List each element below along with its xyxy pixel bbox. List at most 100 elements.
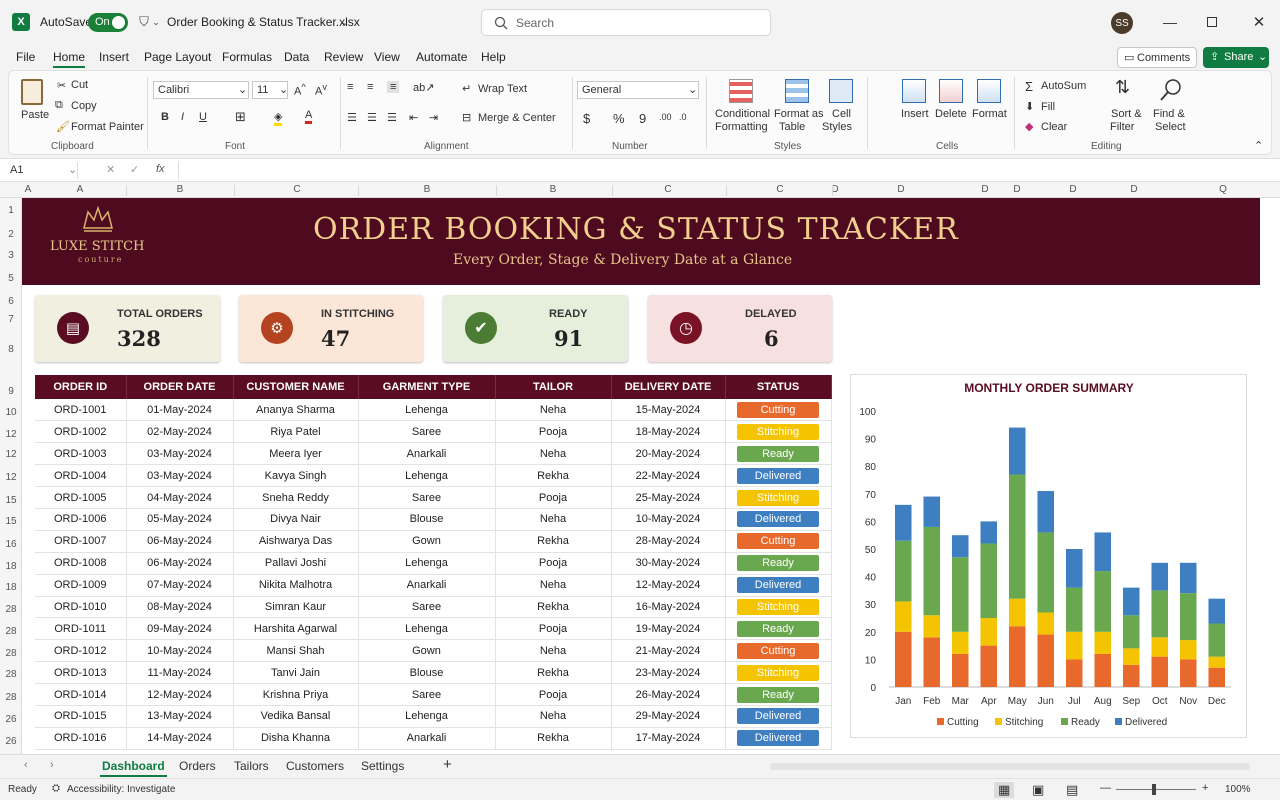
chevron-down-icon[interactable]: ⌄	[340, 14, 350, 30]
column-header[interactable]: C	[291, 184, 303, 195]
italic-icon[interactable]: I	[181, 111, 184, 123]
font-name-select[interactable]: Calibri ⌄	[153, 81, 249, 99]
table-cell[interactable]: Neha	[495, 574, 612, 597]
table-cell[interactable]: ORD-1009	[35, 574, 127, 597]
column-header-cell[interactable]: TAILOR	[495, 375, 612, 399]
column-header[interactable]: D	[895, 184, 907, 195]
underline-icon[interactable]: U	[199, 111, 207, 123]
table-cell[interactable]: ORD-1004	[35, 464, 127, 488]
table-cell[interactable]: 13-May-2024	[126, 705, 234, 728]
row-header[interactable]: 15	[0, 495, 22, 506]
table-cell[interactable]: Anarkali	[358, 727, 496, 750]
table-cell[interactable]: Tanvi Jain	[233, 661, 359, 685]
table-cell[interactable]: Lehenga	[358, 552, 496, 575]
insert-function-icon[interactable]: fx	[156, 163, 165, 175]
table-cell[interactable]: Cutting	[725, 639, 832, 663]
table-cell[interactable]: 21-May-2024	[611, 639, 726, 663]
table-cell[interactable]: 23-May-2024	[611, 661, 726, 685]
table-cell[interactable]: Nikita Malhotra	[233, 574, 359, 597]
add-sheet-button[interactable]: +	[443, 756, 452, 773]
formula-input[interactable]	[178, 161, 1268, 180]
delete-cells-icon[interactable]	[939, 79, 963, 103]
table-cell[interactable]: Neha	[495, 639, 612, 663]
table-cell[interactable]: ORD-1003	[35, 442, 127, 466]
row-header[interactable]: 10	[0, 407, 22, 418]
table-cell[interactable]: Lehenga	[358, 617, 496, 641]
column-header[interactable]: B	[547, 184, 559, 195]
table-row[interactable]: ORD-1002 02-May-2024 Riya Patel Saree Pooja 1…	[35, 420, 832, 444]
table-cell[interactable]: Kavya Singh	[233, 464, 359, 488]
column-header[interactable]: D	[1011, 184, 1023, 195]
conditional-formatting-button[interactable]: Conditional	[715, 108, 770, 120]
row-header[interactable]: 6	[0, 296, 22, 307]
zoom-level[interactable]: 100%	[1225, 784, 1251, 795]
row-header[interactable]: 1	[0, 205, 22, 216]
zoom-slider-thumb[interactable]	[1152, 784, 1156, 795]
align-right-icon[interactable]: ☰	[387, 111, 397, 124]
enter-icon[interactable]: ✓	[130, 163, 139, 176]
row-header[interactable]: 18	[0, 582, 22, 593]
table-cell[interactable]: Gown	[358, 639, 496, 663]
autosave-toggle[interactable]: On	[88, 13, 128, 32]
table-cell[interactable]: Rekha	[495, 727, 612, 750]
row-header[interactable]: 5	[0, 273, 22, 284]
paste-button[interactable]: Paste	[21, 109, 49, 121]
table-cell[interactable]: Simran Kaur	[233, 596, 359, 619]
table-cell[interactable]: 18-May-2024	[611, 420, 726, 444]
table-cell[interactable]: Anarkali	[358, 442, 496, 466]
row-header[interactable]: 28	[0, 648, 22, 659]
maximize-icon[interactable]	[1207, 17, 1217, 27]
accessibility-status[interactable]: Accessibility: Investigate	[67, 784, 175, 795]
percent-icon[interactable]: %	[613, 111, 625, 126]
table-cell[interactable]: Pallavi Joshi	[233, 552, 359, 575]
table-cell[interactable]: ORD-1005	[35, 486, 127, 509]
borders-icon[interactable]: ⊞	[235, 109, 246, 125]
tab-settings[interactable]: Settings	[361, 759, 404, 773]
prev-sheet-icon[interactable]: ‹	[24, 759, 28, 771]
table-cell[interactable]: 11-May-2024	[126, 661, 234, 685]
worksheet[interactable]: LUXE STITCH couture ORDER BOOKING & STAT…	[22, 198, 1280, 754]
merge-center-button[interactable]: Merge & Center	[478, 112, 556, 124]
table-cell[interactable]: Rekha	[495, 530, 612, 553]
close-icon[interactable]: ✕	[1249, 12, 1269, 32]
table-row[interactable]: ORD-1001 01-May-2024 Ananya Sharma Lehenga N…	[35, 399, 832, 422]
fill-button[interactable]: Fill	[1041, 101, 1055, 113]
table-cell[interactable]: Stitching	[725, 661, 832, 685]
orientation-icon[interactable]: ab↗	[413, 81, 434, 94]
table-cell[interactable]: 04-May-2024	[126, 486, 234, 509]
table-cell[interactable]: ORD-1010	[35, 596, 127, 619]
table-cell[interactable]: Anarkali	[358, 574, 496, 597]
menu-view[interactable]: View	[374, 50, 400, 64]
column-header-cell[interactable]: STATUS	[725, 375, 832, 399]
format-cells-icon[interactable]	[977, 79, 1001, 103]
font-color-icon[interactable]: A	[305, 109, 313, 124]
row-header[interactable]: 15	[0, 516, 22, 527]
horizontal-scrollbar[interactable]	[770, 763, 1250, 770]
table-cell[interactable]: Sneha Reddy	[233, 486, 359, 509]
table-cell[interactable]: Krishna Priya	[233, 683, 359, 706]
table-cell[interactable]: Riya Patel	[233, 420, 359, 444]
avatar[interactable]: SS	[1111, 12, 1133, 34]
table-cell[interactable]: Divya Nair	[233, 508, 359, 531]
menu-help[interactable]: Help	[481, 50, 506, 64]
table-cell[interactable]: Rekha	[495, 596, 612, 619]
table-cell[interactable]: 16-May-2024	[611, 596, 726, 619]
table-cell[interactable]: Pooja	[495, 486, 612, 509]
cut-button[interactable]: Cut	[71, 79, 88, 91]
menu-automate[interactable]: Automate	[416, 50, 467, 64]
bold-icon[interactable]: B	[161, 111, 169, 123]
table-cell[interactable]: Cutting	[725, 530, 832, 553]
insert-cells-icon[interactable]	[902, 79, 926, 103]
search-input[interactable]: Search	[516, 16, 554, 30]
table-cell[interactable]: Saree	[358, 420, 496, 444]
table-cell[interactable]: ORD-1006	[35, 508, 127, 531]
table-cell[interactable]: 07-May-2024	[126, 574, 234, 597]
zoom-slider[interactable]	[1116, 784, 1196, 795]
table-cell[interactable]: 28-May-2024	[611, 530, 726, 553]
table-cell[interactable]: Blouse	[358, 661, 496, 685]
chevron-down-icon[interactable]: ⌄	[151, 14, 161, 30]
table-row[interactable]: ORD-1008 06-May-2024 Pallavi Joshi Lehenga P…	[35, 552, 832, 575]
table-cell[interactable]: Delivered	[725, 508, 832, 531]
table-cell[interactable]: Ready	[725, 552, 832, 575]
increase-font-icon[interactable]: A^	[294, 82, 306, 98]
